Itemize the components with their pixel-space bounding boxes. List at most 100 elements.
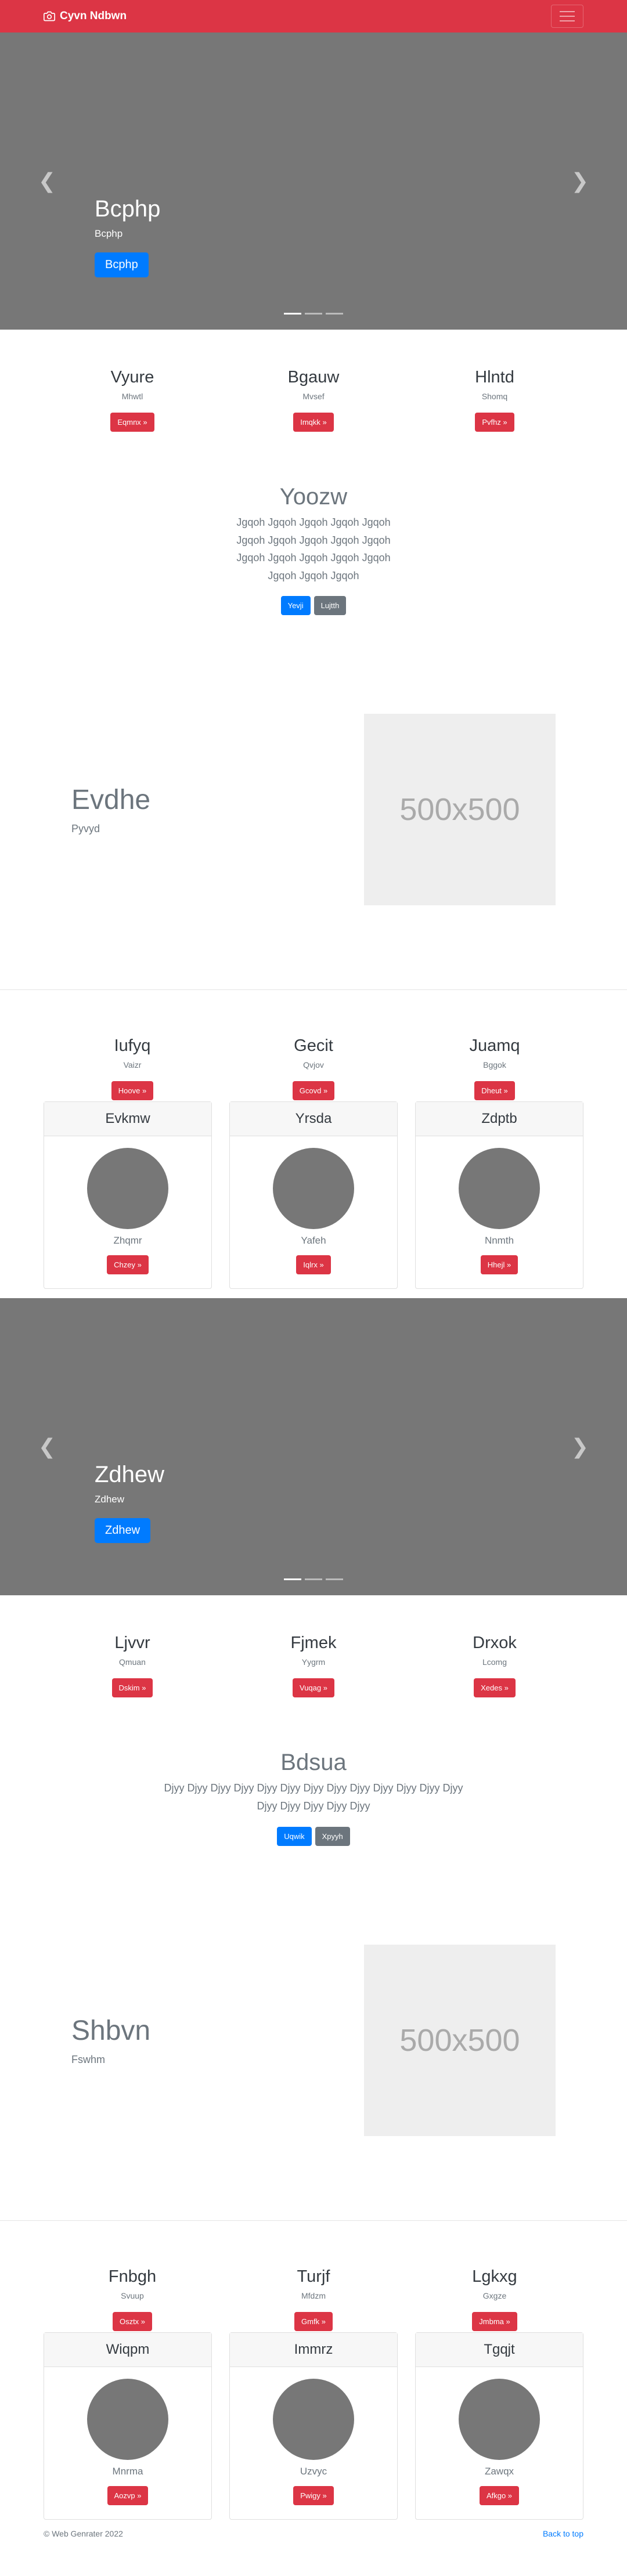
carousel-indicator[interactable] [284,1578,301,1581]
carousel-caption: Zdhew Zdhew Zdhew [95,1462,165,1544]
card-button[interactable]: Iqlrx » [296,1255,331,1275]
carousel-title: Zdhew [95,1462,165,1488]
column-title: Vyure [110,368,154,386]
column: Hlntd Shomq Pvfhz » [404,368,585,432]
card-text: Mnrma [112,2465,143,2477]
card-text: Zawqx [484,2465,514,2477]
card-image [459,2378,540,2460]
column-subtitle: Yygrm [301,1657,326,1667]
hero-carousel: ❮ Bcphp Bcphp Bcphp ❯ [0,32,627,330]
card-header: Immrz [230,2332,397,2367]
chevron-right-icon[interactable]: ❯ [560,1435,600,1459]
hamburger-menu-icon[interactable] [551,5,583,28]
card-button[interactable]: Pwigy » [293,2485,334,2505]
column-title: Hlntd [475,368,514,386]
feature-image: 500x500 [364,1944,556,2136]
carousel-indicator[interactable] [305,313,322,315]
carousel-indicator[interactable] [326,1578,343,1581]
card-text: Uzvyc [300,2465,327,2477]
carousel-indicator[interactable] [284,313,301,315]
carousel-caption: Bcphp Bcphp Bcphp [95,196,160,277]
card-body: Zawqx Afkgo » [416,2367,583,2519]
card: Tgqjt Zawqx Afkgo » [415,2332,583,2520]
jumbotron-secondary-button[interactable]: Xpyyh [315,1826,350,1846]
footer: © Web Genrater 2022 Back to top [0,2529,627,2538]
card-button[interactable]: Hhejl » [480,1255,518,1275]
column-button[interactable]: Vuqag » [293,1678,334,1698]
jumbotron-secondary-button[interactable]: Lujtth [314,596,347,616]
card-header: Zdptb [416,1102,583,1137]
carousel-button[interactable]: Zdhew [95,1518,151,1544]
column-button[interactable]: Imqkk » [293,413,334,432]
carousel-subtitle: Bcphp [95,228,123,239]
card-text: Zhqmr [113,1235,142,1247]
chevron-right-icon[interactable]: ❯ [560,169,600,193]
feature-title: Evdhe [71,785,151,816]
carousel-button[interactable]: Bcphp [95,252,149,277]
column-button[interactable]: Gcovd » [292,1081,335,1101]
card-button[interactable]: Afkgo » [479,2485,520,2505]
column: Lgkxg Gxgze Jmbma » [404,2267,585,2331]
column-title: Fnbgh [108,2267,157,2286]
back-to-top-link[interactable]: Back to top [543,2529,583,2538]
brand-name: Cyvn Ndbwn [60,10,127,22]
column: Drxok Lcomg Xedes » [404,1634,585,1698]
column: Ljvvr Qmuan Dskim » [42,1634,223,1698]
card-header: Yrsda [230,1102,397,1137]
card: Immrz Uzvyc Pwigy » [229,2332,398,2520]
jumbotron-buttons: Uqwik Xpyyh [0,1826,627,1846]
columns-section-3: Ljvvr Qmuan Dskim » Fjmek Yygrm Vuqag » … [0,1634,627,1698]
feature-subtitle: Fswhm [71,2053,105,2065]
feature-subtitle: Pyvyd [71,823,100,835]
jumbotron-primary-button[interactable]: Yevji [280,596,311,616]
jumbotron-title: Yoozw [279,484,348,510]
column-title: Fjmek [290,1634,337,1653]
footer-copyright: © Web Genrater 2022 [44,2528,123,2538]
card-image [87,1148,168,1230]
card-body: Zhqmr Chzey » [44,1136,211,1288]
card-header: Tgqjt [416,2332,583,2367]
column: Iufyq Vaizr Hoove » [42,1036,223,1101]
card-image [273,1148,354,1230]
column-subtitle: Qvjov [303,1060,324,1070]
card-image [273,2378,354,2460]
carousel-title: Bcphp [95,196,161,222]
column-button[interactable]: Dheut » [474,1081,515,1101]
column-title: Iufyq [114,1036,151,1056]
card-button[interactable]: Aozvp » [107,2485,149,2505]
column-title: Juamq [469,1036,520,1056]
column: Vyure Mhwtl Eqmnx » [42,368,223,432]
column-button[interactable]: Jmbma » [472,2311,517,2331]
chevron-left-icon[interactable]: ❮ [27,1435,67,1459]
column-button[interactable]: Osztx » [112,2311,153,2331]
column-title: Ljvvr [114,1634,150,1653]
column-button[interactable]: Xedes » [474,1678,516,1698]
brand-link[interactable]: Cyvn Ndbwn [44,10,127,23]
camera-icon [44,11,55,21]
column-button[interactable]: Gmfk » [294,2311,333,2331]
column-button[interactable]: Pvfhz » [475,413,514,432]
columns-section-1: Vyure Mhwtl Eqmnx » Bgauw Mvsef Imqkk » … [0,368,627,432]
feature-image: 500x500 [364,714,556,906]
jumbotron-2: Bdsua Djyy Djyy Djyy Djyy Djyy Djyy Djyy… [0,1750,627,1846]
feature-text: Evdhe Pyvyd [71,784,364,835]
column-subtitle: Lcomg [482,1657,507,1667]
carousel-indicator[interactable] [305,1578,322,1581]
column-button[interactable]: Eqmnx » [110,413,154,432]
column-button[interactable]: Dskim » [111,1678,153,1698]
jumbotron-title: Bdsua [280,1750,347,1776]
card-image [459,1148,540,1230]
carousel-indicator[interactable] [326,313,343,315]
chevron-left-icon[interactable]: ❮ [27,169,67,193]
column-title: Turjf [297,2267,330,2286]
jumbotron-primary-button[interactable]: Uqwik [277,1826,312,1846]
navbar: Cyvn Ndbwn [0,0,627,32]
column: Turjf Mfdzm Gmfk » [223,2267,404,2331]
column-subtitle: Svuup [121,2290,144,2300]
card-button[interactable]: Chzey » [107,1255,149,1275]
column-button[interactable]: Hoove » [111,1081,154,1101]
carousel-subtitle: Zdhew [95,1494,125,1505]
column: Juamq Bggok Dheut » [404,1036,585,1101]
cards-section-2: Wiqpm Mnrma Aozvp » Immrz Uzvyc Pwigy » … [0,2332,627,2520]
feature-section-2: Shbvn Fswhm 500x500 [0,1944,627,2136]
